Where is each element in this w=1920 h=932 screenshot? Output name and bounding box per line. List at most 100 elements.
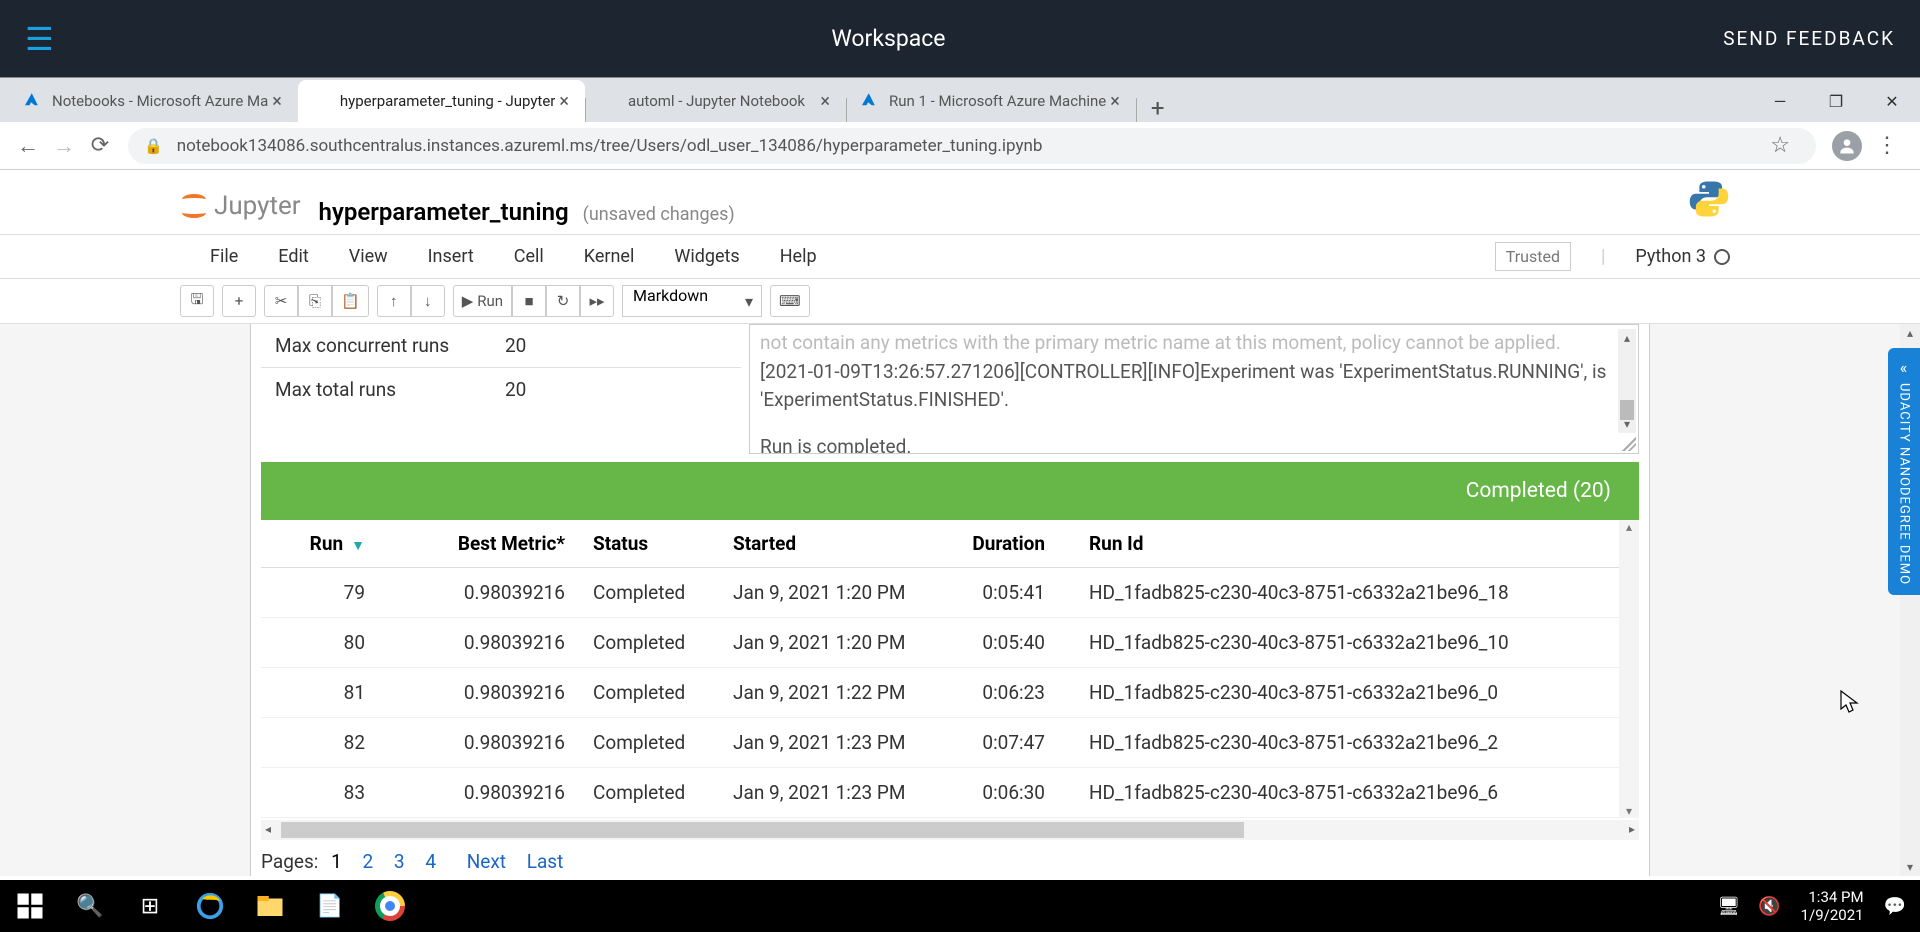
table-row[interactable]: 790.98039216CompletedJan 9, 2021 1:20 PM…	[261, 568, 1619, 618]
volume-icon[interactable]: 🔇	[1752, 896, 1786, 917]
python-logo-icon	[1688, 178, 1730, 220]
table-row[interactable]: 830.98039216CompletedJan 9, 2021 1:23 PM…	[261, 768, 1619, 818]
maximize-button[interactable]: ❐	[1808, 80, 1864, 122]
send-feedback-link[interactable]: SEND FEEDBACK	[1723, 27, 1895, 50]
jupyter-logo[interactable]: Jupyter	[180, 191, 301, 221]
minimize-button[interactable]: —	[1752, 80, 1808, 122]
menu-view[interactable]: View	[329, 246, 408, 267]
cell-started: Jan 9, 2021 1:20 PM	[719, 631, 939, 654]
new-tab-button[interactable]: +	[1137, 94, 1179, 122]
kernel-indicator[interactable]: Python 3	[1635, 246, 1730, 267]
workspace-title: Workspace	[54, 25, 1724, 52]
udacity-side-tab[interactable]: « UDACITY NANODEGREE DEMO	[1888, 348, 1920, 595]
pager-next[interactable]: Next	[459, 850, 514, 873]
menu-insert[interactable]: Insert	[408, 246, 494, 267]
cell-duration: 0:06:23	[939, 681, 1059, 704]
notifications-icon[interactable]: 💬	[1878, 896, 1912, 917]
cell-runid: HD_1fadb825-c230-40c3-8751-c6332a21be96_…	[1059, 581, 1619, 604]
table-row[interactable]: 820.98039216CompletedJan 9, 2021 1:23 PM…	[261, 718, 1619, 768]
close-window-button[interactable]: ✕	[1864, 80, 1920, 122]
notepad-icon[interactable]: 📄	[300, 880, 360, 932]
scroll-down-icon[interactable]: ▾	[1626, 804, 1632, 818]
cell-run: 79	[261, 581, 379, 604]
browser-menu-icon[interactable]: ⋮	[1870, 133, 1904, 158]
bookmark-icon[interactable]: ☆	[1760, 133, 1800, 158]
col-runid[interactable]: Run Id	[1059, 532, 1619, 555]
url-input[interactable]: 🔒 notebook134086.southcentralus.instance…	[128, 128, 1816, 164]
ie-icon[interactable]	[180, 880, 240, 932]
profile-icon[interactable]	[1832, 131, 1862, 161]
tab-automl[interactable]: automl - Jupyter Notebook ×	[586, 80, 846, 122]
cut-button[interactable]: ✂	[264, 285, 298, 317]
reload-button[interactable]: ⟳	[82, 133, 118, 158]
close-icon[interactable]: ×	[1106, 91, 1124, 112]
start-button[interactable]	[0, 880, 60, 932]
menu-help[interactable]: Help	[760, 246, 837, 267]
jupyter-logo-text: Jupyter	[214, 191, 301, 221]
resize-handle-icon[interactable]	[1622, 437, 1636, 451]
menu-cell[interactable]: Cell	[494, 246, 564, 267]
close-icon[interactable]: ×	[816, 91, 834, 112]
tab-run1-azure[interactable]: Run 1 - Microsoft Azure Machine ×	[847, 80, 1136, 122]
cell-metric: 0.98039216	[379, 731, 579, 754]
tab-title: automl - Jupyter Notebook	[628, 92, 816, 110]
forward-button[interactable]: →	[46, 133, 82, 159]
col-best-metric[interactable]: Best Metric*	[379, 532, 579, 555]
menu-file[interactable]: File	[190, 246, 258, 267]
table-row[interactable]: 800.98039216CompletedJan 9, 2021 1:20 PM…	[261, 618, 1619, 668]
menu-kernel[interactable]: Kernel	[564, 246, 655, 267]
pager-page-3[interactable]: 3	[386, 850, 413, 873]
network-icon[interactable]: 🖥	[1711, 896, 1746, 917]
file-explorer-icon[interactable]	[240, 880, 300, 932]
col-started[interactable]: Started	[719, 532, 939, 555]
scroll-left-icon[interactable]: ◂	[265, 822, 271, 836]
menu-edit[interactable]: Edit	[258, 246, 328, 267]
col-duration[interactable]: Duration	[939, 532, 1059, 555]
table-hscroll[interactable]: ◂ ▸	[261, 820, 1639, 840]
scroll-right-icon[interactable]: ▸	[1629, 822, 1635, 836]
notebook-name[interactable]: hyperparameter_tuning	[319, 198, 569, 226]
search-icon[interactable]: 🔍	[60, 880, 120, 932]
cell-run: 81	[261, 681, 379, 704]
restart-run-all-button[interactable]: ▸▸	[580, 285, 614, 317]
menu-widgets[interactable]: Widgets	[654, 246, 759, 267]
scroll-down-icon[interactable]: ▾	[1618, 415, 1636, 433]
move-up-button[interactable]: ↑	[377, 285, 411, 317]
tab-notebooks-azure[interactable]: Notebooks - Microsoft Azure Ma ×	[10, 80, 298, 122]
back-button[interactable]: ←	[10, 133, 46, 159]
pager-page-2[interactable]: 2	[355, 850, 382, 873]
run-button[interactable]: ▶ Run	[453, 285, 512, 317]
close-icon[interactable]: ×	[555, 91, 573, 112]
col-status[interactable]: Status	[579, 532, 719, 555]
hamburger-icon[interactable]: ☰	[25, 20, 54, 58]
cell-duration: 0:07:47	[939, 731, 1059, 754]
scroll-up-icon[interactable]: ▴	[1900, 326, 1920, 340]
pager-page-4[interactable]: 4	[417, 850, 444, 873]
move-down-button[interactable]: ↓	[411, 285, 445, 317]
table-vscroll[interactable]: ▴ ▾	[1619, 520, 1639, 818]
close-icon[interactable]: ×	[268, 91, 286, 112]
copy-button[interactable]: ⎘	[298, 285, 332, 317]
interrupt-button[interactable]: ■	[512, 285, 546, 317]
add-cell-button[interactable]: +	[222, 285, 256, 317]
task-view-icon[interactable]: ⊞	[120, 880, 180, 932]
clock[interactable]: 1:34 PM 1/9/2021	[1793, 888, 1872, 924]
scroll-down-icon[interactable]: ▾	[1900, 860, 1920, 874]
save-button[interactable]: 🖫	[180, 285, 214, 317]
pager-last[interactable]: Last	[519, 850, 572, 873]
trusted-badge[interactable]: Trusted	[1495, 242, 1571, 271]
tab-hyperparameter-tuning[interactable]: hyperparameter_tuning - Jupyter ×	[298, 80, 585, 122]
chrome-icon[interactable]	[360, 880, 420, 932]
system-tray: 🖥 🔇 1:34 PM 1/9/2021 💬	[1711, 888, 1920, 924]
restart-button[interactable]: ↻	[546, 285, 580, 317]
log-output[interactable]: not contain any metrics with the primary…	[749, 324, 1639, 454]
cell-type-select[interactable]: Markdown	[622, 285, 762, 317]
scroll-thumb[interactable]	[281, 822, 1244, 838]
scroll-up-icon[interactable]: ▴	[1618, 329, 1636, 347]
paste-button[interactable]: 📋	[332, 285, 369, 317]
command-palette-button[interactable]: ⌨	[770, 285, 810, 317]
col-run[interactable]: Run▼	[261, 532, 379, 555]
scroll-up-icon[interactable]: ▴	[1626, 520, 1632, 534]
log-scrollbar[interactable]: ▴ ▾	[1618, 329, 1636, 433]
table-row[interactable]: 810.98039216CompletedJan 9, 2021 1:22 PM…	[261, 668, 1619, 718]
